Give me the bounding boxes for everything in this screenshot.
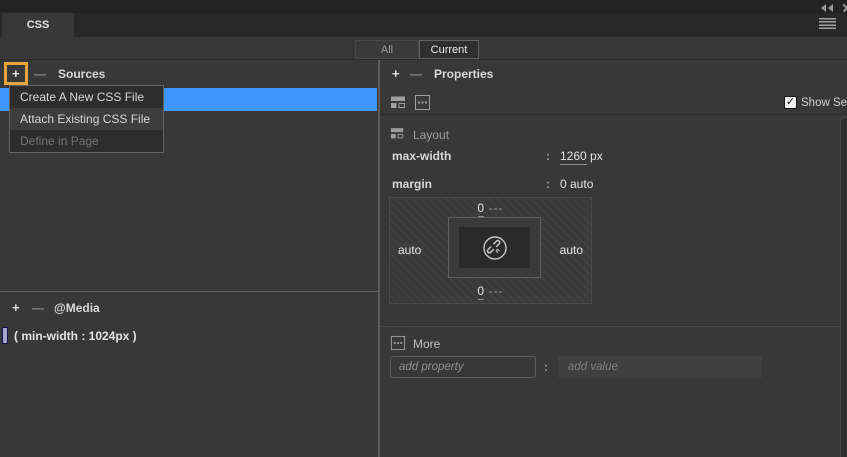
media-query-marker (2, 327, 8, 344)
max-width-value[interactable]: 1260 px (560, 149, 603, 163)
media-header: @Media (54, 301, 100, 315)
layout-section-icon (390, 126, 405, 146)
add-property-input[interactable] (390, 356, 536, 378)
sources-header: Sources (58, 67, 105, 81)
divider (380, 114, 847, 115)
more-section-icon (390, 335, 406, 356)
properties-header: Properties (434, 67, 493, 81)
add-value-input[interactable] (558, 356, 762, 378)
layout-category-icon[interactable] (390, 94, 407, 116)
margin-top-field[interactable]: 0 --- (477, 199, 503, 217)
chevron-left-icon (828, 4, 833, 12)
menu-item-attach-existing-css[interactable]: Attach Existing CSS File (10, 108, 163, 130)
property-name-margin: margin (392, 177, 432, 191)
property-name-max-width: max-width (392, 149, 451, 163)
margin-bottom-value[interactable]: 0 (477, 284, 484, 300)
margin-bottom-field[interactable]: 0 --- (477, 282, 503, 300)
view-toggle-bar: All Current (0, 37, 847, 60)
show-set-label: Show Set (801, 97, 847, 109)
close-icon[interactable] (842, 4, 847, 12)
add-source-menu: Create A New CSS File Attach Existing CS… (9, 85, 164, 153)
layout-section-label: Layout (413, 128, 449, 142)
tab-bar (0, 13, 847, 37)
margin-bottom-dashes: --- (489, 284, 504, 298)
click-highlight-annotation (4, 62, 28, 85)
max-width-unit: px (590, 149, 603, 163)
margin-box-diagram: 0 --- 0 --- auto auto (389, 197, 592, 304)
margin-left-value[interactable]: auto (398, 243, 421, 257)
add-media-query-button[interactable]: + (12, 300, 20, 315)
colon-separator: : (546, 177, 550, 191)
chevron-left-icon (821, 4, 826, 12)
margin-right-value[interactable]: auto (560, 243, 583, 257)
properties-pane: + — Properties ✓ Show Set (380, 60, 847, 457)
scrollbar[interactable] (840, 117, 847, 457)
sources-media-pane: + — Sources Create A New CSS File Attach… (0, 60, 378, 457)
margin-link-toggle[interactable] (459, 227, 530, 268)
margin-top-dashes: --- (489, 201, 504, 215)
css-designer-panel: CSS Designer All Current + — Sources Cre… (0, 0, 847, 457)
margin-value[interactable]: 0 auto (560, 177, 593, 191)
panel-menu-icon[interactable] (819, 18, 836, 30)
show-set-checkbox[interactable]: ✓ (784, 96, 797, 109)
remove-source-button[interactable]: — (34, 67, 46, 81)
menu-item-create-new-css[interactable]: Create A New CSS File (10, 86, 163, 108)
tab-css-designer[interactable]: CSS Designer (2, 13, 74, 37)
margin-top-value[interactable]: 0 (477, 201, 484, 217)
max-width-number[interactable]: 1260 (560, 149, 587, 165)
margin-box-element (448, 217, 541, 278)
current-button[interactable]: Current (419, 40, 479, 59)
broken-link-icon (482, 235, 508, 261)
all-button[interactable]: All (355, 40, 419, 59)
remove-media-query-button[interactable]: — (32, 301, 44, 315)
colon-separator: : (546, 149, 550, 163)
panel-top-strip (0, 0, 847, 13)
add-property-button[interactable]: + (392, 66, 400, 81)
more-section-label: More (413, 337, 440, 351)
remove-property-button[interactable]: — (410, 67, 422, 81)
media-query-item[interactable]: ( min-width : 1024px ) (14, 329, 137, 343)
more-category-icon[interactable] (414, 94, 431, 116)
collapse-to-icons-icon[interactable] (821, 4, 833, 12)
divider (380, 326, 847, 327)
sources-media-splitter[interactable] (0, 291, 378, 292)
menu-item-define-in-page: Define in Page (10, 130, 163, 152)
colon-separator: : (544, 360, 548, 374)
